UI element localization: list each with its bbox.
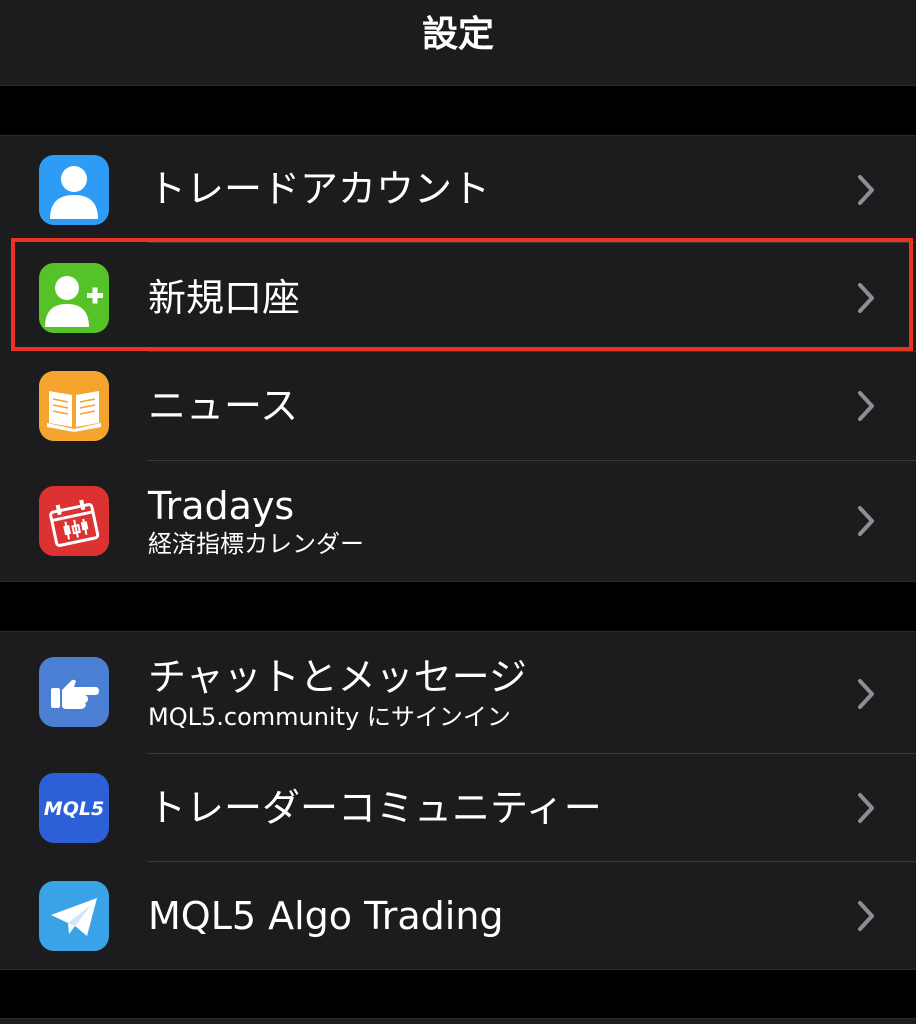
settings-group-1: トレードアカウント 新規口座 ニュース Tradays 経済指標カレンダー: [0, 135, 916, 582]
settings-item-trader-community[interactable]: MQL5 トレーダーコミュニティー: [0, 754, 916, 862]
chevron-right-icon: [852, 386, 880, 426]
paper-plane-icon: [39, 881, 109, 951]
chevron-right-icon: [852, 896, 880, 936]
chevron-right-icon: [852, 501, 880, 541]
chevron-right-icon: [852, 788, 880, 828]
settings-item-label: トレーダーコミュニティー: [148, 786, 602, 830]
book-icon: [39, 371, 109, 441]
person-icon: [39, 155, 109, 225]
page-title: 設定: [421, 14, 494, 55]
mql5-logo-icon: MQL5: [39, 773, 109, 843]
settings-item-label: 新規口座: [148, 276, 301, 320]
settings-item-tradays[interactable]: Tradays 経済指標カレンダー: [0, 461, 916, 582]
settings-item-label: トレードアカウント: [148, 167, 491, 211]
navigation-bar: 設定: [0, 0, 916, 86]
settings-item-sublabel: MQL5.community にサインイン: [148, 703, 511, 731]
settings-item-trade-accounts[interactable]: トレードアカウント: [0, 136, 916, 243]
settings-item-label: MQL5 Algo Trading: [148, 894, 504, 938]
settings-item-label: チャットとメッセージ: [148, 655, 527, 699]
chevron-right-icon: [852, 674, 880, 714]
pointing-hand-icon: [39, 657, 109, 727]
settings-item-news[interactable]: ニュース: [0, 352, 916, 461]
calendar-icon: [39, 486, 109, 556]
settings-item-label: Tradays: [148, 484, 295, 528]
settings-group-3: [0, 1018, 916, 1024]
settings-item-sublabel: 経済指標カレンダー: [148, 530, 364, 558]
settings-item-chat-and-messages[interactable]: チャットとメッセージ MQL5.community にサインイン: [0, 632, 916, 754]
settings-item-new-account[interactable]: 新規口座: [0, 243, 916, 352]
add-person-icon: [39, 263, 109, 333]
settings-item-mql5-algo-trading[interactable]: MQL5 Algo Trading: [0, 862, 916, 970]
chevron-right-icon: [852, 278, 880, 318]
chevron-right-icon: [852, 170, 880, 210]
settings-group-2: チャットとメッセージ MQL5.community にサインイン MQL5 トレ…: [0, 631, 916, 970]
svg-text:MQL5: MQL5: [44, 798, 104, 820]
settings-item-label: ニュース: [148, 384, 299, 428]
